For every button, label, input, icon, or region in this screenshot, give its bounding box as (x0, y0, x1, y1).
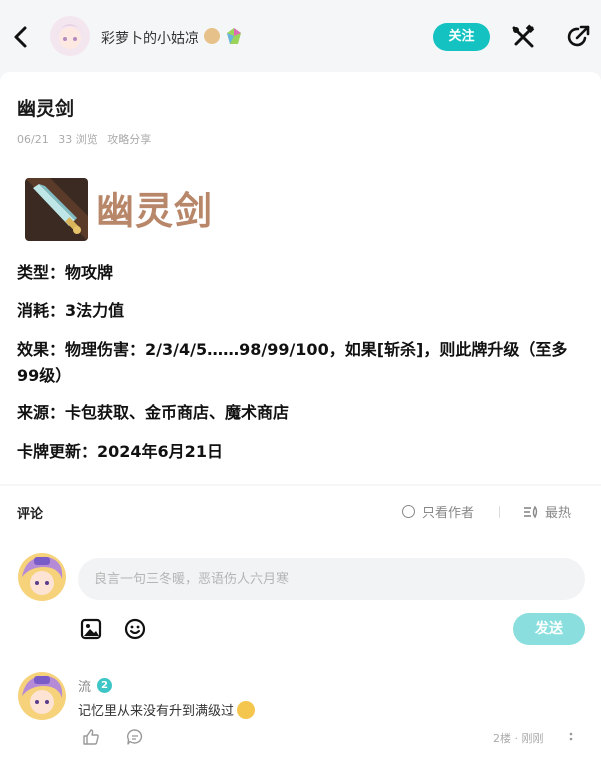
chevron-left-icon (14, 26, 27, 48)
attr-value: 卡包获取、金币商店、魔术商店 (65, 403, 290, 422)
comment-bubble-icon (127, 729, 143, 745)
author-avatar[interactable] (50, 16, 90, 56)
sort-hot-button[interactable]: 最热 (523, 502, 571, 521)
attr-update: 卡牌更新：2024年6月21日 (17, 439, 223, 465)
attr-value: 物理伤害：2/3/4/5……98/99/100，如果[斩杀]，则此牌升级（至多9… (17, 340, 568, 385)
attr-source: 来源：卡包获取、金币商店、魔术商店 (17, 400, 289, 426)
gem-badge-icon (226, 27, 242, 45)
follow-button[interactable]: 关注 (433, 23, 490, 51)
medal-badge-icon (204, 28, 220, 44)
only-author-label: 只看作者 (422, 506, 475, 521)
comments-section: 评论 只看作者 最热 良言一句三冬暖，恶语伤人六月寒 发送 流 2 记忆里从来没… (0, 486, 601, 767)
level-badge: 2 (97, 678, 113, 693)
radio-icon (402, 505, 415, 518)
attr-effect: 效果：物理伤害：2/3/4/5……98/99/100，如果[斩杀]，则此牌升级（… (17, 337, 587, 389)
divider (499, 506, 500, 518)
my-avatar (18, 553, 66, 601)
share-icon (567, 25, 590, 47)
author-name[interactable]: 彩萝卜的小姑凉 (101, 28, 199, 48)
comment-text-row: 记忆里从来没有升到满级过 (78, 700, 256, 719)
reply-button[interactable] (126, 728, 144, 746)
attr-value: 物攻牌 (65, 263, 114, 282)
commenter-name-row: 流 2 (78, 676, 113, 695)
more-options-button[interactable] (566, 729, 576, 745)
attr-value: 3法力值 (65, 301, 125, 320)
post-card: 幽灵剑 06/21 33 浏览 攻略分享 幽灵剑 类型：物攻牌 消耗：3法力值 … (0, 72, 601, 484)
post-date: 06/21 (17, 133, 49, 146)
sort-label: 最热 (545, 506, 572, 521)
send-button[interactable]: 发送 (513, 613, 585, 645)
comment-floor-time: 2楼 · 刚刚 (493, 732, 544, 745)
attr-cost: 消耗：3法力值 (17, 298, 124, 324)
emoji-button[interactable] (124, 618, 146, 640)
back-button[interactable] (8, 22, 32, 52)
attr-value: 2024年6月21日 (97, 442, 223, 461)
card-image[interactable] (25, 178, 88, 241)
emoji-icon (124, 618, 146, 640)
attr-label: 消耗： (17, 301, 66, 320)
post-category[interactable]: 攻略分享 (107, 133, 151, 146)
attr-type: 类型：物攻牌 (17, 260, 113, 286)
comment-text: 记忆里从来没有升到满级过 (78, 704, 235, 719)
post-title: 幽灵剑 (17, 98, 75, 120)
more-vertical-icon (569, 732, 573, 741)
insert-image-button[interactable] (80, 618, 102, 640)
attr-label: 卡牌更新： (17, 442, 98, 461)
tools-icon (512, 24, 535, 48)
comment-input[interactable] (78, 558, 585, 600)
attr-label: 来源： (17, 403, 66, 422)
post-meta: 06/21 33 浏览 攻略分享 (17, 131, 157, 147)
comments-title: 评论 (17, 507, 44, 522)
attr-label: 类型： (17, 263, 66, 282)
sort-icon (524, 505, 538, 518)
like-button[interactable] (82, 728, 100, 746)
share-button[interactable] (565, 24, 591, 50)
tools-button[interactable] (510, 24, 536, 50)
only-author-toggle[interactable]: 只看作者 (402, 502, 474, 521)
commenter-avatar[interactable] (18, 672, 66, 720)
post-views: 33 浏览 (58, 133, 98, 146)
attr-label: 效果： (17, 340, 66, 359)
card-title: 幽灵剑 (96, 189, 214, 233)
thumbs-up-icon (83, 729, 99, 745)
top-bar: 彩萝卜的小姑凉 关注 (0, 0, 601, 72)
crying-emoji-icon (237, 700, 256, 719)
image-icon (80, 618, 102, 640)
commenter-name[interactable]: 流 (78, 676, 91, 695)
